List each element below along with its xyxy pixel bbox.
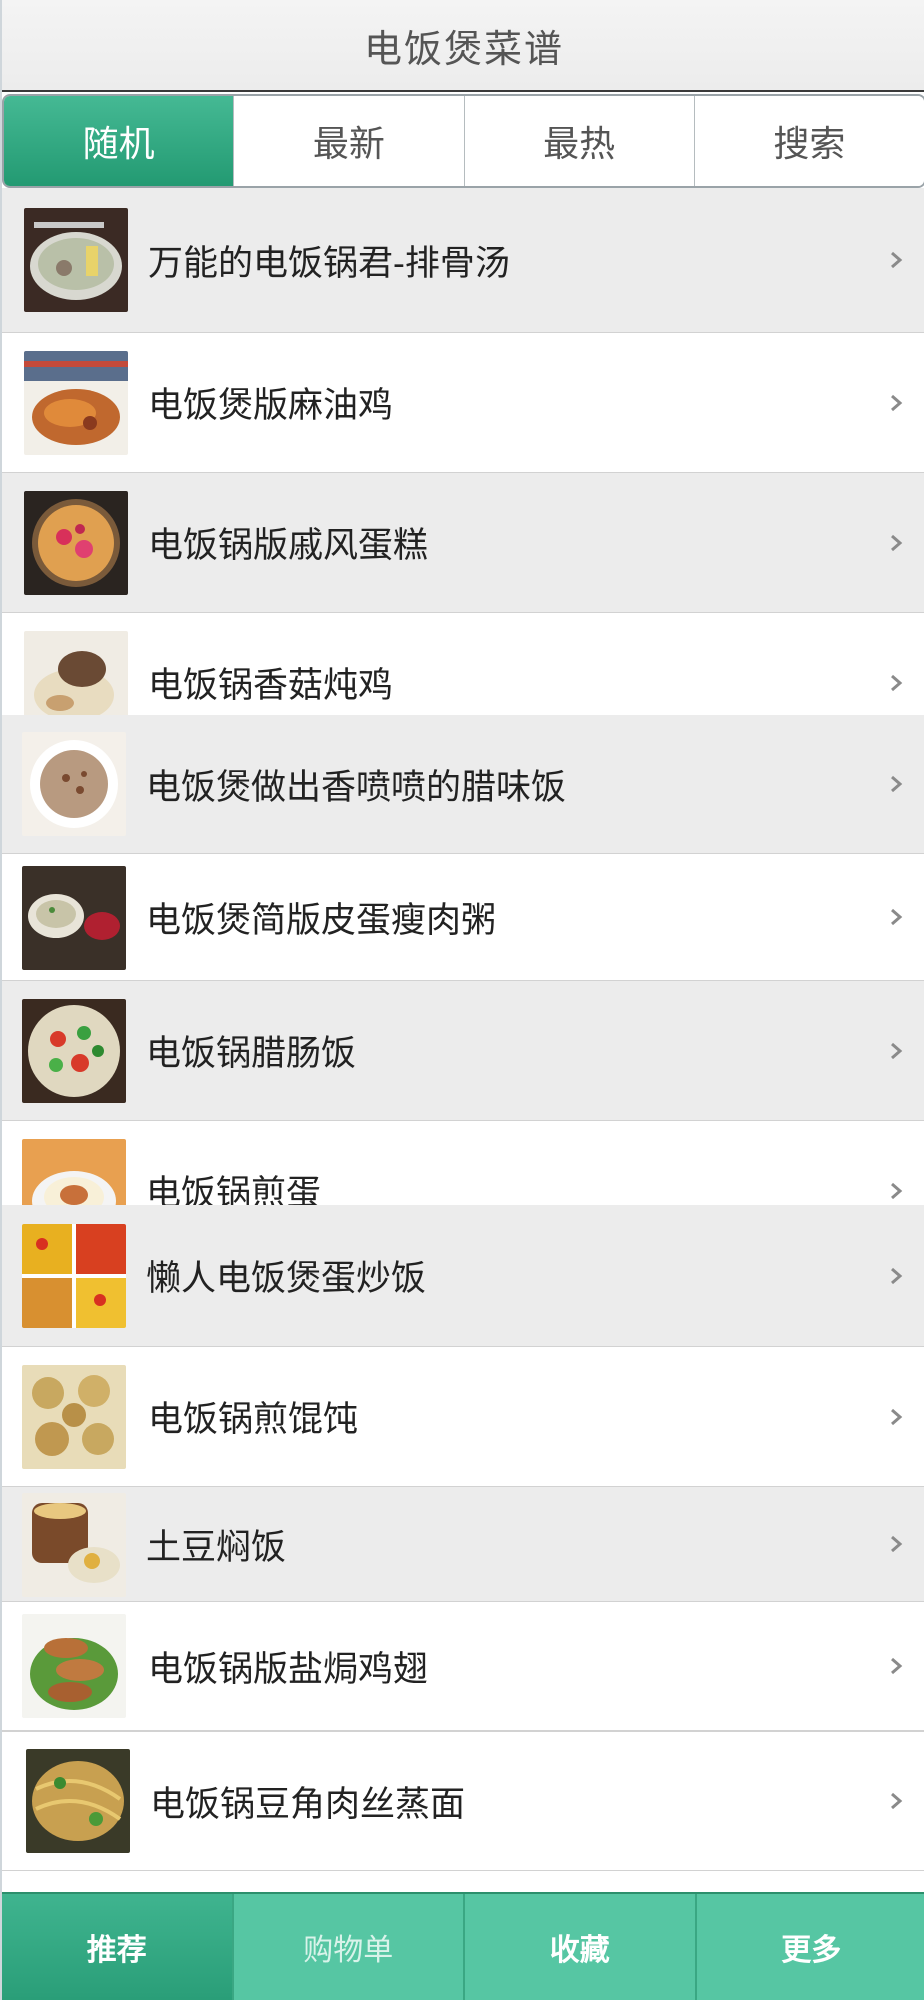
tab-label: 搜索 bbox=[773, 124, 846, 165]
tab-random[interactable]: 随机 bbox=[4, 96, 235, 186]
tab-label: 最热 bbox=[543, 124, 616, 165]
recipe-title: 电饭煲版麻油鸡 bbox=[148, 386, 394, 426]
chevron-right-icon bbox=[886, 907, 906, 927]
recipe-title: 懒人电饭煲蛋炒饭 bbox=[146, 1259, 427, 1299]
tab-latest[interactable]: 最新 bbox=[234, 96, 465, 186]
tab-search[interactable]: 搜索 bbox=[694, 96, 924, 186]
page-title: 电饭煲菜谱 bbox=[363, 26, 564, 71]
recipe-title: 电饭锅版戚风蛋糕 bbox=[148, 526, 429, 566]
nav-label: 购物单 bbox=[303, 1933, 394, 1968]
congee-photo-icon bbox=[22, 866, 126, 970]
chevron-right-icon bbox=[886, 1266, 906, 1286]
list-item[interactable]: 电饭煲简版皮蛋瘦肉粥 bbox=[2, 854, 924, 981]
list-item[interactable]: 电饭锅煎馄饨 bbox=[2, 1347, 924, 1487]
tab-label: 随机 bbox=[82, 124, 155, 165]
recipe-title: 电饭锅煎馄饨 bbox=[148, 1400, 359, 1440]
chevron-right-icon bbox=[886, 1041, 906, 1061]
chicken-wings-photo-icon bbox=[22, 1614, 126, 1718]
recipe-title: 电饭锅香菇炖鸡 bbox=[148, 666, 394, 706]
list-item[interactable]: 电饭煲做出香喷喷的腊味饭 bbox=[2, 715, 924, 854]
list-item[interactable]: 电饭锅豆角肉丝蒸面 bbox=[2, 1731, 924, 1871]
chevron-right-icon bbox=[886, 1181, 906, 1201]
recipe-title: 土豆焖饭 bbox=[146, 1527, 287, 1568]
nav-more[interactable]: 更多 bbox=[697, 1894, 924, 2000]
tab-label: 最新 bbox=[312, 124, 385, 165]
chevron-right-icon bbox=[886, 533, 906, 553]
recipe-title: 电饭煲简版皮蛋瘦肉粥 bbox=[146, 900, 497, 941]
chevron-right-icon bbox=[886, 1407, 906, 1427]
chevron-right-icon bbox=[886, 673, 906, 693]
bottom-nav: 推荐 购物单 收藏 更多 bbox=[2, 1892, 924, 2000]
chevron-right-icon bbox=[886, 1656, 906, 1676]
chevron-right-icon bbox=[886, 1534, 906, 1554]
cured-meat-rice-photo-icon bbox=[22, 732, 126, 836]
egg-fried-rice-photo-icon bbox=[22, 1224, 126, 1328]
recipe-title: 电饭锅豆角肉丝蒸面 bbox=[150, 1784, 466, 1825]
nav-label: 收藏 bbox=[549, 1933, 610, 1968]
sausage-rice-photo-icon bbox=[22, 999, 126, 1103]
list-item[interactable]: 土豆焖饭 bbox=[2, 1487, 924, 1602]
chiffon-cake-photo-icon bbox=[24, 491, 128, 595]
tab-bar: 随机 最新 最热 搜索 bbox=[2, 94, 924, 188]
recipe-list[interactable]: 万能的电饭锅君-排骨汤 电饭煲版麻油鸡 电饭锅版戚风蛋糕 电饭锅香菇炖鸡 电饭煲… bbox=[2, 188, 924, 1892]
list-item[interactable]: 电饭锅腊肠饭 bbox=[2, 981, 924, 1121]
nav-shopping-list[interactable]: 购物单 bbox=[234, 1894, 465, 2000]
chevron-right-icon bbox=[886, 1791, 906, 1811]
soup-bowl-photo-icon bbox=[24, 208, 128, 312]
nav-favorites[interactable]: 收藏 bbox=[465, 1894, 697, 2000]
chevron-right-icon bbox=[886, 393, 906, 413]
chevron-right-icon bbox=[886, 250, 906, 270]
nav-label: 更多 bbox=[781, 1933, 842, 1968]
header-bar: 电饭煲菜谱 bbox=[2, 0, 924, 92]
app-screen: 电饭煲菜谱 随机 最新 最热 搜索 万能的电饭锅君-排骨汤 电饭煲版麻油鸡 电饭… bbox=[0, 0, 924, 2000]
recipe-title: 电饭锅腊肠饭 bbox=[146, 1034, 357, 1074]
nav-recommend[interactable]: 推荐 bbox=[2, 1894, 234, 2000]
list-item[interactable]: 电饭锅版盐焗鸡翅 bbox=[2, 1602, 924, 1731]
nav-label: 推荐 bbox=[86, 1933, 147, 1968]
recipe-title: 电饭锅版盐焗鸡翅 bbox=[148, 1649, 429, 1690]
tab-hottest[interactable]: 最热 bbox=[464, 96, 695, 186]
recipe-title: 万能的电饭锅君-排骨汤 bbox=[148, 243, 510, 284]
list-item[interactable]: 万能的电饭锅君-排骨汤 bbox=[2, 188, 924, 333]
sesame-chicken-photo-icon bbox=[24, 351, 128, 455]
noodles-photo-icon bbox=[26, 1749, 130, 1853]
recipe-title: 电饭煲做出香喷喷的腊味饭 bbox=[146, 767, 567, 808]
list-item[interactable]: 电饭煲版麻油鸡 bbox=[2, 333, 924, 473]
list-item[interactable]: 懒人电饭煲蛋炒饭 bbox=[2, 1205, 924, 1347]
chevron-right-icon bbox=[886, 774, 906, 794]
potato-rice-photo-icon bbox=[22, 1493, 126, 1597]
list-item[interactable]: 电饭锅版戚风蛋糕 bbox=[2, 473, 924, 613]
wonton-photo-icon bbox=[22, 1365, 126, 1469]
